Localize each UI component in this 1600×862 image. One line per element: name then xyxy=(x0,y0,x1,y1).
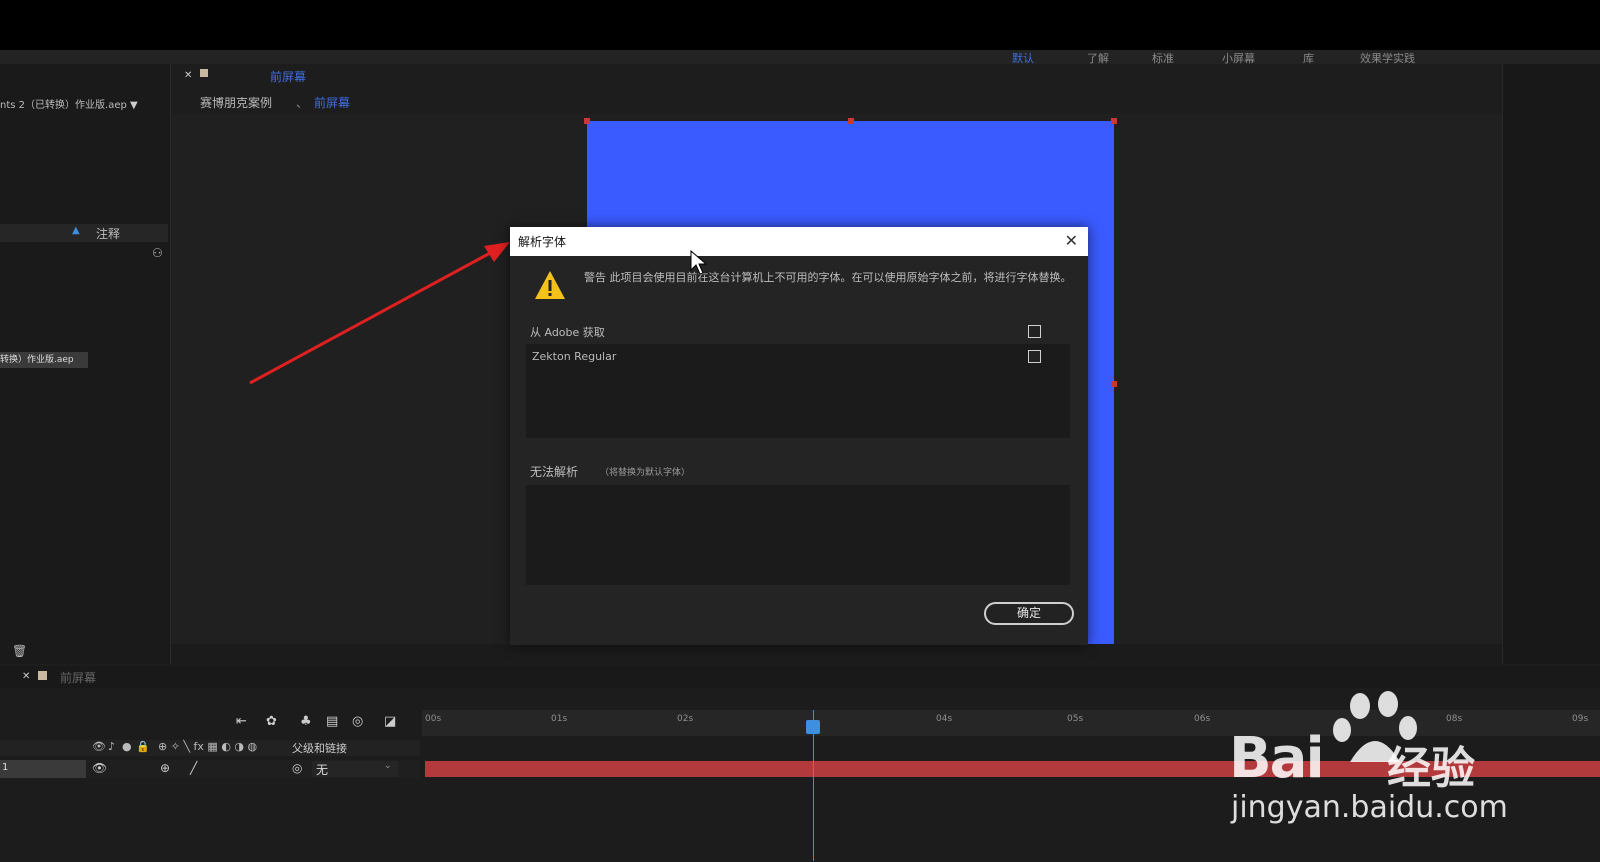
layer-number: 1 xyxy=(2,762,9,773)
font-item-checkbox[interactable] xyxy=(1028,350,1041,363)
dropdown-icon[interactable]: ▼ xyxy=(130,100,138,111)
transform-handle[interactable] xyxy=(584,118,590,124)
ruler-tick: 09s xyxy=(1572,714,1589,724)
close-icon[interactable]: ✕ xyxy=(22,671,30,682)
graph-editor-icon[interactable]: ◪ xyxy=(384,714,396,729)
tab-timeline[interactable]: 前屏幕 xyxy=(60,669,96,686)
layer-column-header: 👁 ♪ ● 🔒 ⊕ ✧ ╲ fx ▦ ◐ ◑ ◍ 父级和链接 xyxy=(0,740,420,756)
project-name[interactable]: nts 2（已转换）作业版.aep ▼ xyxy=(0,96,138,111)
close-icon[interactable]: ✕ xyxy=(184,70,192,81)
composition-icon xyxy=(38,671,47,680)
layer-row[interactable]: 1 👁 ⊕ ╱ ◎ 无 ⌄ xyxy=(0,760,420,778)
viewer-toolbar xyxy=(172,644,1502,666)
playhead-handle[interactable] xyxy=(806,720,820,734)
collapse-switch-icon[interactable]: ⊕ xyxy=(160,761,170,775)
frame-blending-icon[interactable]: ▤ xyxy=(326,714,338,729)
pick-whip-icon[interactable]: ◎ xyxy=(292,761,302,775)
watermark-brand-suffix: 经验 xyxy=(1387,743,1475,794)
flowchart-icon[interactable]: ⚇ xyxy=(152,246,163,260)
select-all-checkbox[interactable] xyxy=(1028,325,1041,338)
layer-label-cell xyxy=(0,760,86,778)
top-black-bar xyxy=(0,0,1600,50)
parent-dropdown[interactable]: 无 ⌄ xyxy=(312,761,398,777)
unresolved-section-label: 无法解析 xyxy=(530,465,579,479)
audio-icon[interactable]: ♪ xyxy=(108,740,115,753)
project-name-text: nts 2（已转换）作业版.aep xyxy=(0,100,127,111)
watermark-brand: Bai xyxy=(1229,726,1325,791)
ruler-tick: 02s xyxy=(677,714,694,724)
annotation-column-header[interactable]: ▲ 注释 xyxy=(0,224,168,242)
comp-flowchart-icon[interactable]: ⇤ xyxy=(236,714,247,729)
ok-button[interactable]: 确定 xyxy=(984,602,1074,625)
composition-icon xyxy=(200,69,208,77)
timeline-tab-bar: ✕ 前屏幕 xyxy=(0,666,1600,688)
transform-handle[interactable] xyxy=(1111,381,1117,387)
right-panel xyxy=(1502,64,1600,664)
visibility-icon[interactable]: 👁 xyxy=(92,740,106,753)
parent-dropdown-value: 无 xyxy=(316,763,329,777)
project-file-item[interactable]: 转换）作业版.aep xyxy=(0,352,88,368)
motion-blur-icon[interactable]: ◎ xyxy=(352,714,363,729)
mouse-cursor-icon xyxy=(690,250,708,275)
ruler-tick: 08s xyxy=(1446,714,1463,724)
trash-icon[interactable]: 🗑 xyxy=(12,644,27,658)
layer-switches-icon: ⊕ ✧ ╲ fx ▦ ◐ ◑ ◍ xyxy=(158,740,258,753)
composition-tab-bar: ✕ 前屏幕 赛博朋克案例 、 前屏幕 xyxy=(172,64,1502,114)
dialog-title: 解析字体 xyxy=(518,235,567,249)
annotation-label: 注释 xyxy=(96,227,121,241)
font-item-label: Zekton Regular xyxy=(532,350,617,363)
warning-message: 警告 此项目会使用目前在这台计算机上不可用的字体。在可以使用原始字体之前，将进行… xyxy=(584,271,1072,284)
breadcrumb-parent[interactable]: 赛博朋克案例 xyxy=(200,94,272,111)
close-icon[interactable]: ✕ xyxy=(1065,231,1078,250)
adobe-fonts-section-label: 从 Adobe 获取 xyxy=(530,326,605,339)
transform-handle[interactable] xyxy=(1111,118,1117,124)
dialog-title-bar[interactable]: 解析字体 ✕ xyxy=(510,227,1088,256)
parent-link-column: 父级和链接 xyxy=(292,742,347,755)
solo-icon[interactable]: ● xyxy=(122,740,132,753)
ruler-tick: 01s xyxy=(551,714,568,724)
sort-up-icon: ▲ xyxy=(72,225,80,236)
ruler-tick: 04s xyxy=(936,714,953,724)
visibility-icon[interactable]: 👁 xyxy=(92,761,107,775)
chevron-down-icon: ⌄ xyxy=(384,761,392,771)
ruler-tick: 06s xyxy=(1194,714,1211,724)
unresolved-section-note: （将替换为默认字体） xyxy=(600,468,691,478)
breadcrumb-separator: 、 xyxy=(296,96,309,110)
draft-3d-icon[interactable]: ✿ xyxy=(266,714,277,729)
warning-icon xyxy=(535,271,565,299)
shy-layers-icon[interactable]: ♣ xyxy=(300,714,312,729)
project-panel: nts 2（已转换）作业版.aep ▼ ▲ 注释 ⚇ 转换）作业版.aep 🗑 xyxy=(0,64,171,664)
lock-icon[interactable]: 🔒 xyxy=(136,740,150,753)
watermark-url: jingyan.baidu.com xyxy=(1231,790,1508,825)
quality-switch-icon[interactable]: ╱ xyxy=(190,761,197,775)
transform-handle[interactable] xyxy=(848,118,854,124)
ruler-tick: 05s xyxy=(1067,714,1084,724)
ruler-tick: 00s xyxy=(425,714,442,724)
tab-composition[interactable]: 前屏幕 xyxy=(270,68,306,85)
breadcrumb-current[interactable]: 前屏幕 xyxy=(314,94,350,111)
unresolved-font-list xyxy=(526,485,1070,585)
resolve-fonts-dialog: 解析字体 ✕ 警告 此项目会使用目前在这台计算机上不可用的字体。在可以使用原始字… xyxy=(510,227,1088,645)
adobe-font-list: Zekton Regular xyxy=(526,344,1070,438)
